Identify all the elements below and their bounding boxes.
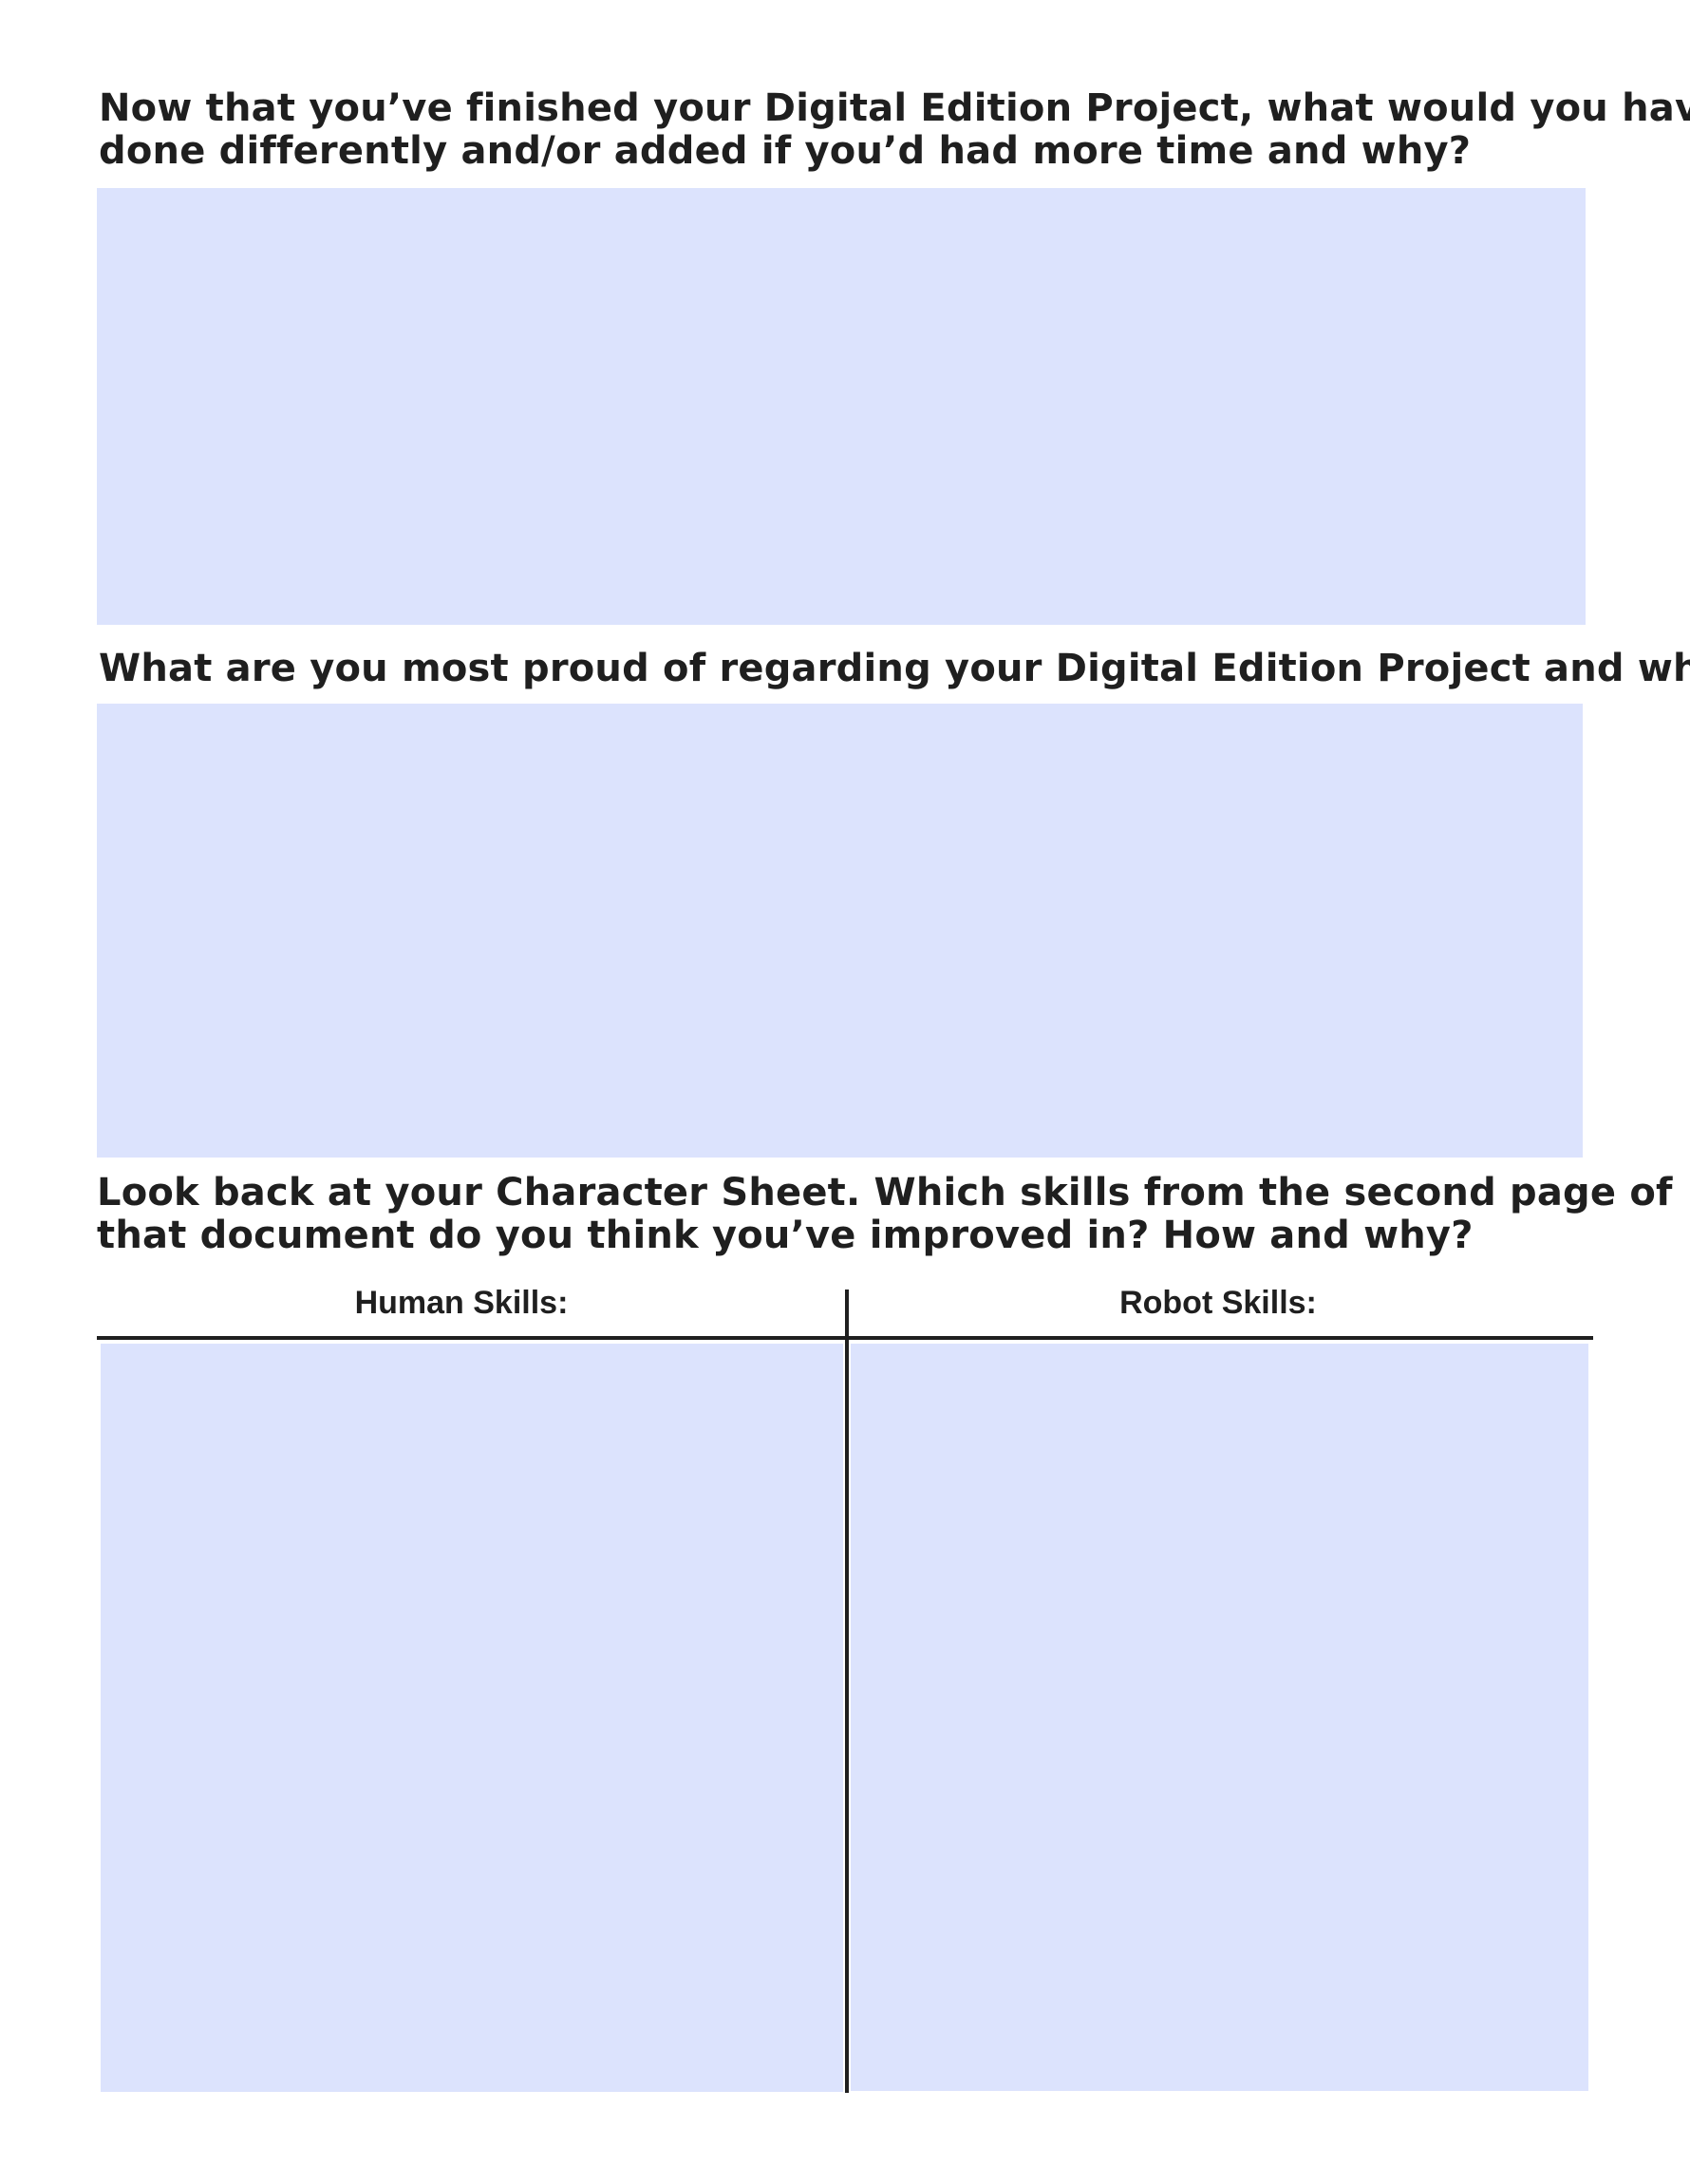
question-3-line-2: that document do you think you’ve improv… [97,1214,1474,1257]
robot-skills-header: Robot Skills: [1119,1285,1317,1321]
human-skills-field[interactable] [101,1344,843,2092]
human-skills-header: Human Skills: [354,1285,569,1321]
question-1: Now that you’ve finished your Digital Ed… [99,87,1690,173]
robot-skills-field[interactable] [851,1344,1588,2091]
table-column-divider [845,1290,849,2093]
answer-field-1[interactable] [97,188,1586,625]
question-2: What are you most proud of regarding you… [99,648,1690,690]
question-2-line-1: What are you most proud of regarding you… [99,647,1690,690]
question-1-line-2: done differently and/or added if you’d h… [99,129,1472,173]
question-1-line-1: Now that you’ve finished your Digital Ed… [99,86,1690,130]
answer-field-2[interactable] [97,704,1583,1158]
question-3: Look back at your Character Sheet. Which… [97,1172,1673,1257]
question-3-line-1: Look back at your Character Sheet. Which… [97,1171,1673,1214]
